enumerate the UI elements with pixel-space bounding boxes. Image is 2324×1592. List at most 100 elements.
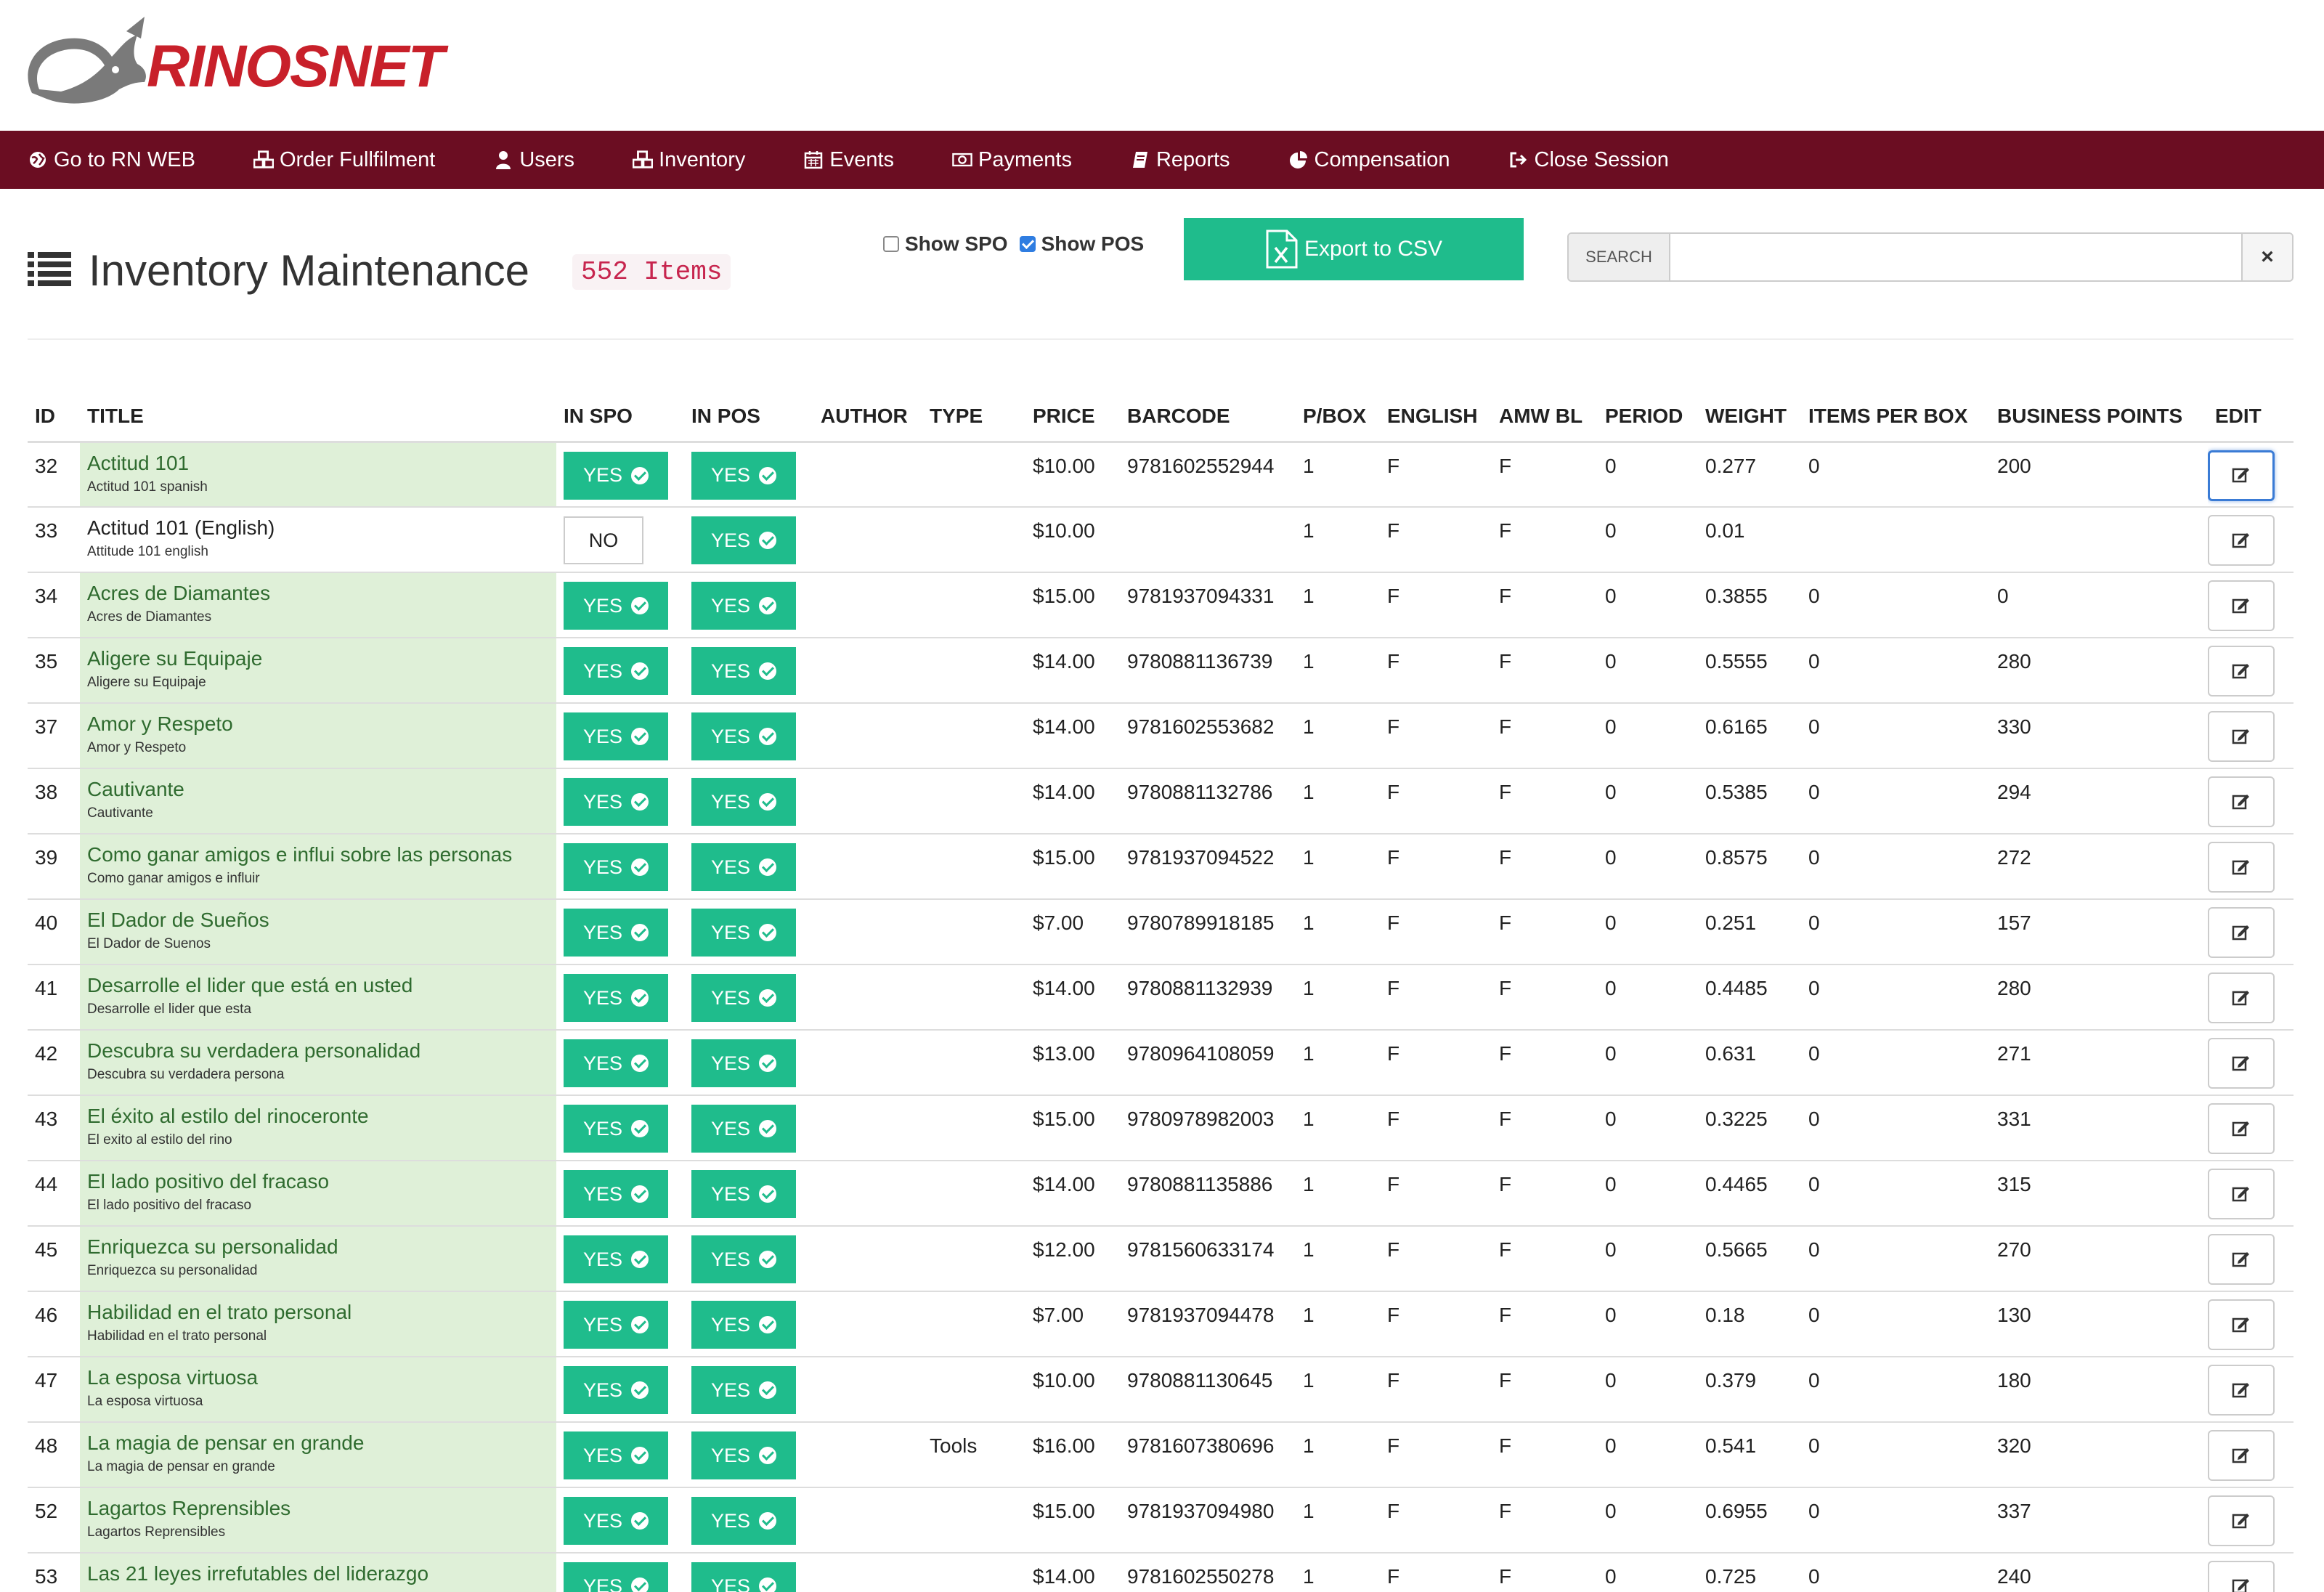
in-spo-toggle[interactable]: YES — [564, 843, 668, 891]
nav-reports[interactable]: Reports — [1130, 148, 1230, 172]
edit-button[interactable] — [2208, 842, 2275, 893]
flag-label: YES — [582, 790, 623, 813]
column-header[interactable]: PRICE — [1025, 392, 1120, 443]
column-header[interactable]: AMW BL — [1492, 392, 1598, 443]
clear-search-button[interactable]: × — [2241, 234, 2292, 280]
column-header[interactable]: IN POS — [684, 392, 813, 443]
column-header[interactable]: TITLE — [80, 392, 556, 443]
item-english-cell: F — [1380, 1030, 1492, 1096]
in-pos-toggle[interactable]: YES — [691, 1497, 796, 1545]
show-spo-toggle[interactable]: Show SPO — [883, 232, 1008, 256]
edit-button[interactable] — [2208, 515, 2275, 566]
in-pos-toggle[interactable]: YES — [691, 1562, 796, 1592]
column-header[interactable]: BUSINESS POINTS — [1990, 392, 2208, 443]
in-spo-toggle[interactable]: YES — [564, 1170, 668, 1218]
in-spo-toggle[interactable]: YES — [564, 909, 668, 957]
in-pos-toggle[interactable]: YES — [691, 1431, 796, 1479]
edit-button[interactable] — [2208, 972, 2275, 1023]
nav-inventory[interactable]: Inventory — [633, 148, 745, 172]
edit-cell — [2208, 834, 2293, 900]
in-spo-toggle[interactable]: YES — [564, 1366, 668, 1414]
column-header[interactable]: IN SPO — [556, 392, 684, 443]
item-english-cell: F — [1380, 703, 1492, 769]
in-pos-toggle[interactable]: YES — [691, 647, 796, 695]
nav-events[interactable]: Events — [803, 148, 894, 172]
column-header[interactable]: WEIGHT — [1698, 392, 1801, 443]
edit-button[interactable] — [2208, 1234, 2275, 1285]
export-csv-button[interactable]: Export to CSV — [1184, 218, 1524, 280]
edit-button[interactable] — [2208, 450, 2275, 501]
item-weight: 0.631 — [1705, 1042, 1757, 1065]
column-header[interactable]: ENGLISH — [1380, 392, 1492, 443]
edit-button[interactable] — [2208, 1430, 2275, 1481]
in-pos-toggle[interactable]: YES — [691, 1366, 796, 1414]
column-header[interactable]: ID — [28, 392, 80, 443]
in-pos-toggle[interactable]: YES — [691, 582, 796, 630]
in-spo-toggle[interactable]: YES — [564, 582, 668, 630]
column-header[interactable]: TYPE — [922, 392, 1025, 443]
item-amwbl-cell: F — [1492, 703, 1598, 769]
search-input[interactable] — [1670, 234, 2241, 280]
column-header[interactable]: EDIT — [2208, 392, 2293, 443]
edit-button[interactable] — [2208, 776, 2275, 827]
in-spo-toggle[interactable]: NO — [564, 516, 643, 564]
column-header[interactable]: PERIOD — [1598, 392, 1698, 443]
in-spo-toggle[interactable]: YES — [564, 647, 668, 695]
in-spo-toggle[interactable]: YES — [564, 1497, 668, 1545]
in-pos-toggle[interactable]: YES — [691, 843, 796, 891]
nav-order-fulfillment[interactable]: Order Fullfilment — [253, 148, 435, 172]
edit-button[interactable] — [2208, 1103, 2275, 1154]
nav-payments[interactable]: Payments — [952, 148, 1072, 172]
in-pos-toggle[interactable]: YES — [691, 1105, 796, 1153]
in-pos-toggle[interactable]: YES — [691, 1301, 796, 1349]
in-pos-toggle[interactable]: YES — [691, 909, 796, 957]
item-price-cell: $14.00 — [1025, 768, 1120, 834]
edit-button[interactable] — [2208, 1299, 2275, 1350]
item-barcode-cell: 9780881135886 — [1120, 1161, 1296, 1227]
show-pos-checkbox[interactable] — [1019, 236, 1036, 252]
in-pos-toggle[interactable]: YES — [691, 451, 796, 500]
in-spo-toggle[interactable]: YES — [564, 712, 668, 760]
item-barcode-cell: 9780964108059 — [1120, 1030, 1296, 1096]
column-header[interactable]: P/BOX — [1296, 392, 1380, 443]
edit-button[interactable] — [2208, 1561, 2275, 1592]
edit-button[interactable] — [2208, 1169, 2275, 1219]
check-circle-icon — [759, 1185, 777, 1203]
column-header[interactable]: AUTHOR — [813, 392, 922, 443]
logo[interactable]: RINOSNET — [17, 13, 444, 115]
nav-compensation[interactable]: Compensation — [1288, 148, 1450, 172]
nav-go-to-rn-web[interactable]: Go to RN WEB — [28, 148, 195, 172]
in-pos-toggle[interactable]: YES — [691, 712, 796, 760]
edit-button[interactable] — [2208, 711, 2275, 762]
item-id: 37 — [35, 715, 58, 738]
in-spo-toggle[interactable]: YES — [564, 1431, 668, 1479]
in-pos-cell: YES — [684, 899, 813, 965]
column-header[interactable]: ITEMS PER BOX — [1801, 392, 1990, 443]
in-spo-toggle[interactable]: YES — [564, 1301, 668, 1349]
nav-close-session[interactable]: Close Session — [1508, 148, 1669, 172]
edit-button[interactable] — [2208, 580, 2275, 631]
nav-users[interactable]: Users — [493, 148, 574, 172]
in-pos-toggle[interactable]: YES — [691, 778, 796, 826]
edit-button[interactable] — [2208, 1038, 2275, 1089]
show-spo-checkbox[interactable] — [883, 236, 899, 252]
in-pos-toggle[interactable]: YES — [691, 516, 796, 564]
in-spo-toggle[interactable]: YES — [564, 1235, 668, 1283]
edit-button[interactable] — [2208, 646, 2275, 696]
in-pos-toggle[interactable]: YES — [691, 1235, 796, 1283]
in-spo-toggle[interactable]: YES — [564, 778, 668, 826]
edit-button[interactable] — [2208, 1495, 2275, 1546]
in-pos-toggle[interactable]: YES — [691, 974, 796, 1022]
edit-button[interactable] — [2208, 907, 2275, 958]
in-spo-toggle[interactable]: YES — [564, 1039, 668, 1087]
column-header[interactable]: BARCODE — [1120, 392, 1296, 443]
in-pos-toggle[interactable]: YES — [691, 1170, 796, 1218]
title-cell: Amor y Respeto Amor y Respeto — [80, 703, 556, 769]
in-spo-toggle[interactable]: YES — [564, 1105, 668, 1153]
show-pos-toggle[interactable]: Show POS — [1019, 232, 1144, 256]
in-spo-toggle[interactable]: YES — [564, 974, 668, 1022]
in-spo-toggle[interactable]: YES — [564, 1562, 668, 1592]
in-pos-toggle[interactable]: YES — [691, 1039, 796, 1087]
in-spo-toggle[interactable]: YES — [564, 451, 668, 500]
edit-button[interactable] — [2208, 1365, 2275, 1416]
